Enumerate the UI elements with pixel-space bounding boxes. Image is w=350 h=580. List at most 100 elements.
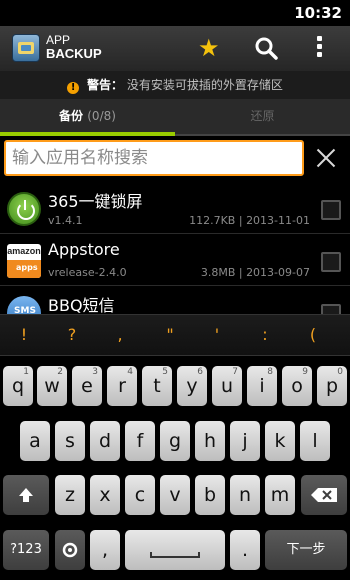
- key-label: a: [29, 430, 41, 452]
- key-label: h: [203, 430, 217, 452]
- key-hint: 9: [302, 367, 308, 377]
- key-c[interactable]: c: [125, 475, 155, 515]
- key-r[interactable]: r4: [107, 366, 137, 406]
- suggestion[interactable]: !: [14, 325, 34, 344]
- key-z[interactable]: z: [55, 475, 85, 515]
- key-label: i: [259, 375, 265, 397]
- suggestion[interactable]: ?: [62, 325, 82, 344]
- key-g[interactable]: g: [160, 421, 190, 461]
- space-key[interactable]: [125, 530, 225, 570]
- suggestion[interactable]: ,: [110, 325, 130, 344]
- key-hint: 0: [337, 367, 343, 377]
- key-o[interactable]: o9: [282, 366, 312, 406]
- key-q[interactable]: q1: [3, 366, 33, 406]
- backspace-key[interactable]: [301, 475, 347, 515]
- status-bar: 10:32: [0, 0, 350, 26]
- key-u[interactable]: u7: [212, 366, 242, 406]
- key-n[interactable]: n: [230, 475, 260, 515]
- suggestion[interactable]: ": [160, 325, 180, 344]
- key-label: y: [186, 375, 198, 397]
- app-list: 365一键锁屏 v1.4.1 112.7KB | 2013-11-01 amaz…: [0, 182, 350, 314]
- app-select-checkbox[interactable]: [321, 252, 341, 272]
- app-search-input[interactable]: [4, 140, 304, 176]
- key-e[interactable]: e3: [72, 366, 102, 406]
- key-p[interactable]: p0: [317, 366, 347, 406]
- key-b[interactable]: b: [195, 475, 225, 515]
- period-key[interactable]: .: [230, 530, 260, 570]
- clear-search-icon[interactable]: [316, 148, 336, 168]
- key-s[interactable]: s: [55, 421, 85, 461]
- key-label: n: [238, 484, 252, 506]
- storage-warning: ! 警告： 没有安装可拔插的外置存储区: [0, 71, 350, 99]
- key-j[interactable]: j: [230, 421, 260, 461]
- app-select-checkbox[interactable]: [321, 304, 341, 314]
- key-hint: 7: [232, 367, 238, 377]
- power-icon: [7, 192, 41, 226]
- settings-icon: [62, 542, 78, 558]
- clock: 10:32: [294, 4, 342, 22]
- space-bar-icon: [150, 552, 200, 558]
- app-meta: 3.8MB | 2013-09-07: [200, 266, 310, 279]
- key-w[interactable]: w2: [37, 366, 67, 406]
- app-select-checkbox[interactable]: [321, 200, 341, 220]
- list-item[interactable]: amazon apps Appstore vrelease-2.4.0 3.8M…: [0, 234, 350, 286]
- action-bar: APP BACKUP ★: [0, 26, 350, 71]
- app-version: v1.4.1: [48, 214, 83, 227]
- key-label: w: [44, 375, 60, 397]
- star-icon[interactable]: ★: [198, 34, 220, 62]
- key-hint: 2: [57, 367, 63, 377]
- app-name: BBQ短信: [48, 296, 115, 314]
- app-version: vrelease-2.4.0: [48, 266, 127, 279]
- key-label: x: [99, 484, 111, 506]
- key-label: c: [134, 484, 146, 506]
- app-title-line1: APP: [46, 33, 71, 47]
- tab-backup-label: 备份: [59, 109, 84, 123]
- app-size: 112.7KB: [189, 214, 236, 227]
- key-v[interactable]: v: [160, 475, 190, 515]
- key-m[interactable]: m: [265, 475, 295, 515]
- settings-key[interactable]: [55, 530, 85, 570]
- key-label: 下一步: [286, 542, 326, 557]
- app-size: 3.8MB: [200, 266, 236, 279]
- comma-key[interactable]: ,: [90, 530, 120, 570]
- app-name: Appstore: [48, 240, 120, 259]
- key-h[interactable]: h: [195, 421, 225, 461]
- tab-restore-label: 还原: [250, 109, 275, 123]
- app-name: 365一键锁屏: [48, 192, 143, 211]
- symbols-key[interactable]: ?123: [3, 530, 49, 570]
- key-f[interactable]: f: [125, 421, 155, 461]
- key-d[interactable]: d: [90, 421, 120, 461]
- key-label: k: [274, 430, 286, 452]
- suggestion[interactable]: ': [207, 325, 227, 344]
- app-backup-logo-icon[interactable]: [12, 34, 40, 62]
- key-label: z: [65, 484, 75, 506]
- key-label: l: [312, 430, 318, 452]
- key-k[interactable]: k: [265, 421, 295, 461]
- app-title-line2: BACKUP: [46, 46, 102, 61]
- key-y[interactable]: y6: [177, 366, 207, 406]
- key-a[interactable]: a: [20, 421, 50, 461]
- key-label: t: [153, 375, 161, 397]
- tab-restore[interactable]: 还原: [175, 99, 350, 135]
- list-item[interactable]: 365一键锁屏 v1.4.1 112.7KB | 2013-11-01: [0, 182, 350, 234]
- warning-title: 警告：: [86, 78, 123, 92]
- key-label: s: [65, 430, 75, 452]
- overflow-menu-icon[interactable]: [314, 36, 324, 60]
- key-l[interactable]: l: [300, 421, 330, 461]
- suggestion[interactable]: :: [255, 325, 275, 344]
- key-t[interactable]: t5: [142, 366, 172, 406]
- key-hint: 1: [23, 367, 29, 377]
- list-item[interactable]: SMS BBQ短信: [0, 286, 350, 314]
- tab-backup-count: (0/8): [87, 109, 116, 123]
- key-x[interactable]: x: [90, 475, 120, 515]
- search-icon[interactable]: [254, 36, 278, 60]
- soft-keyboard: ! ? , " ' : ( q1 w2 e3 r4 t5 y6 u7 i8 o9…: [0, 314, 350, 580]
- tab-backup[interactable]: 备份 (0/8): [0, 99, 175, 135]
- suggestion[interactable]: (: [303, 325, 323, 344]
- key-label: .: [241, 539, 249, 561]
- key-i[interactable]: i8: [247, 366, 277, 406]
- key-label: ?123: [10, 542, 42, 557]
- sms-icon: SMS: [7, 296, 41, 314]
- shift-key[interactable]: [3, 475, 49, 515]
- next-key[interactable]: 下一步: [265, 530, 347, 570]
